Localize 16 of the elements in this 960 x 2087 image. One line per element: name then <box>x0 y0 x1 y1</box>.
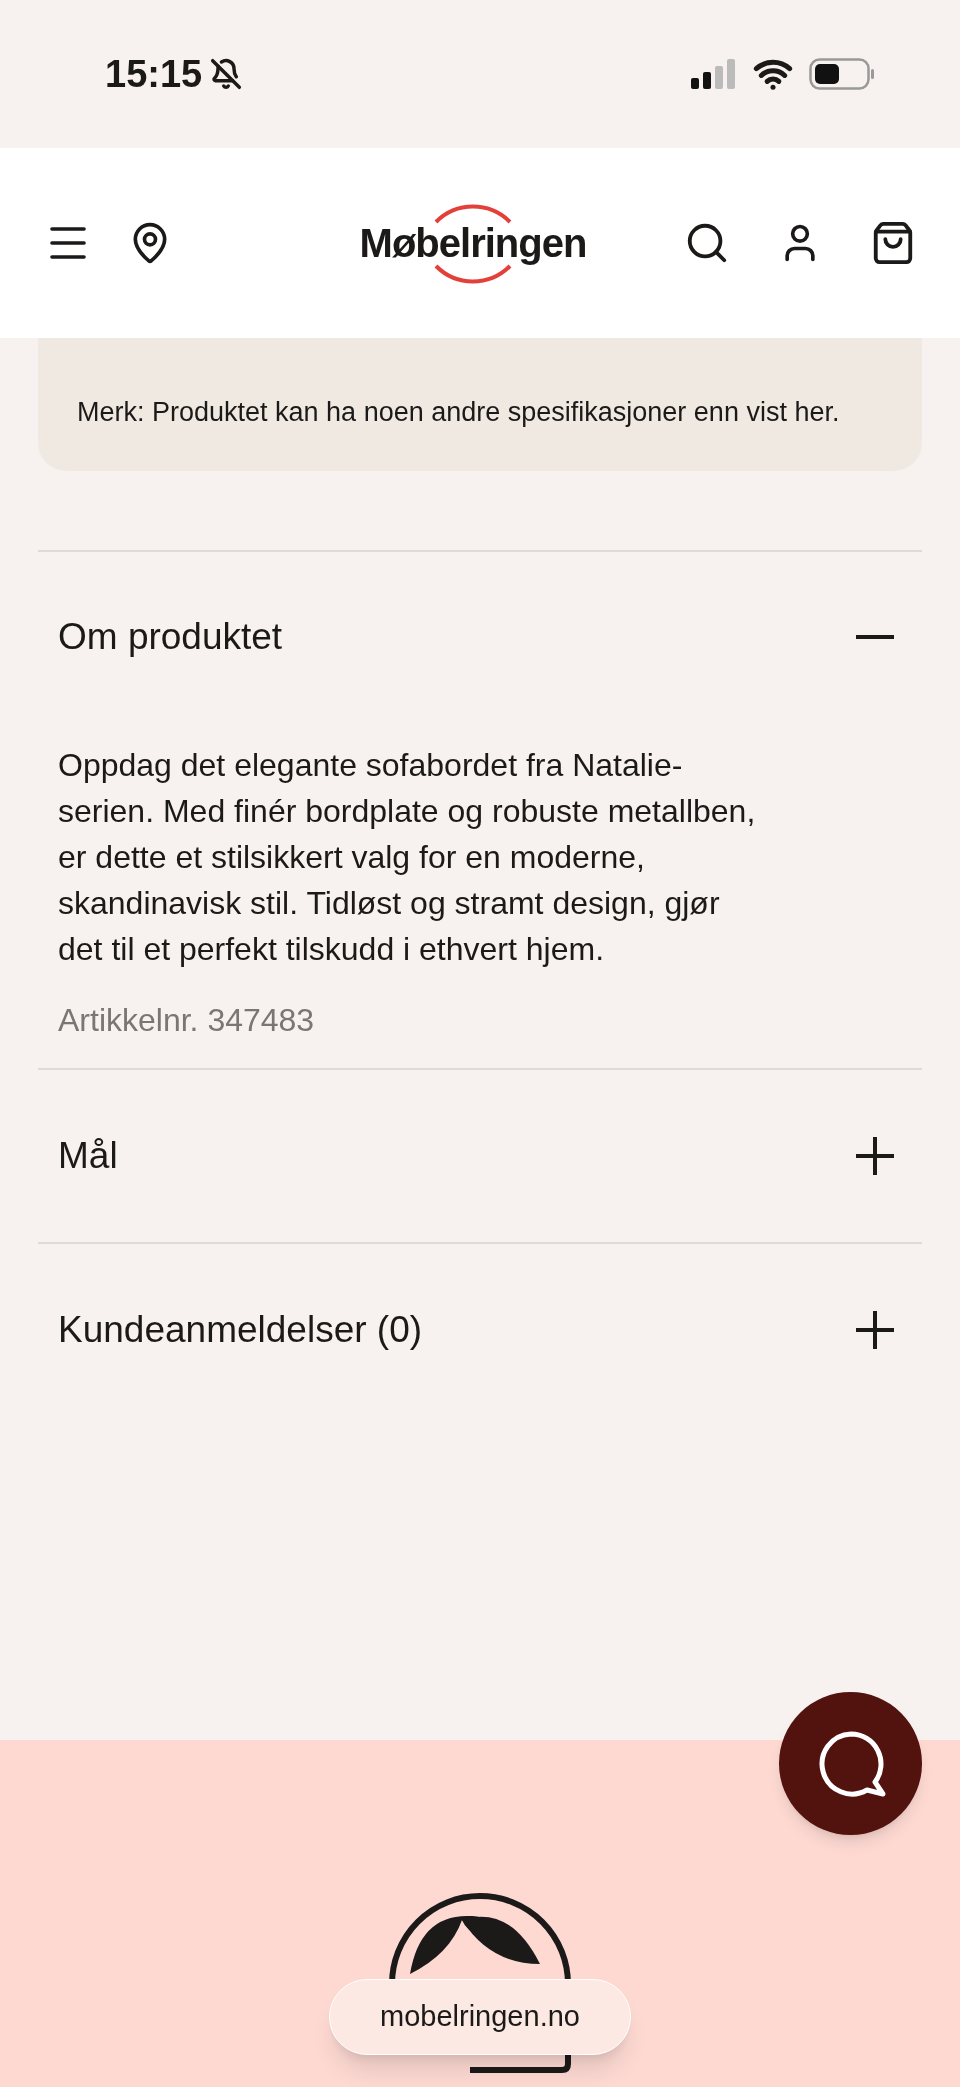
bell-off-icon <box>210 58 243 90</box>
url-text: mobelringen.no <box>380 1999 580 2035</box>
url-bar[interactable]: mobelringen.no <box>329 1979 631 2055</box>
note-text: Merk: Produktet kan ha noen andre spesifikasjoner enn vist her. <box>77 396 841 429</box>
article-number: Artikkelnr. 347483 <box>58 1001 316 1040</box>
accordion-header[interactable]: Mål <box>38 1070 922 1242</box>
plus-icon <box>856 1311 894 1349</box>
accordion-header[interactable]: Om produktet <box>38 552 922 722</box>
product-description: Oppdag det elegante sofabordet fra Natalie-serien. Med finér bordplate og robuste metallben, er dette et stilsikkert valg for en moderne, skandinavisk stil. Tidløst og stramt design, gjør det til et perfekt tilskudd i ethvert hjem. <box>58 746 757 969</box>
status-time: 15:15 <box>105 51 203 97</box>
minus-icon <box>856 635 894 639</box>
battery-icon <box>809 58 875 90</box>
accordion-header[interactable]: Kundeanmeldelser (0) <box>38 1244 922 1416</box>
plus-icon <box>856 1137 894 1175</box>
signal-icon <box>691 59 737 89</box>
logo[interactable]: Møbelringen <box>359 213 587 273</box>
